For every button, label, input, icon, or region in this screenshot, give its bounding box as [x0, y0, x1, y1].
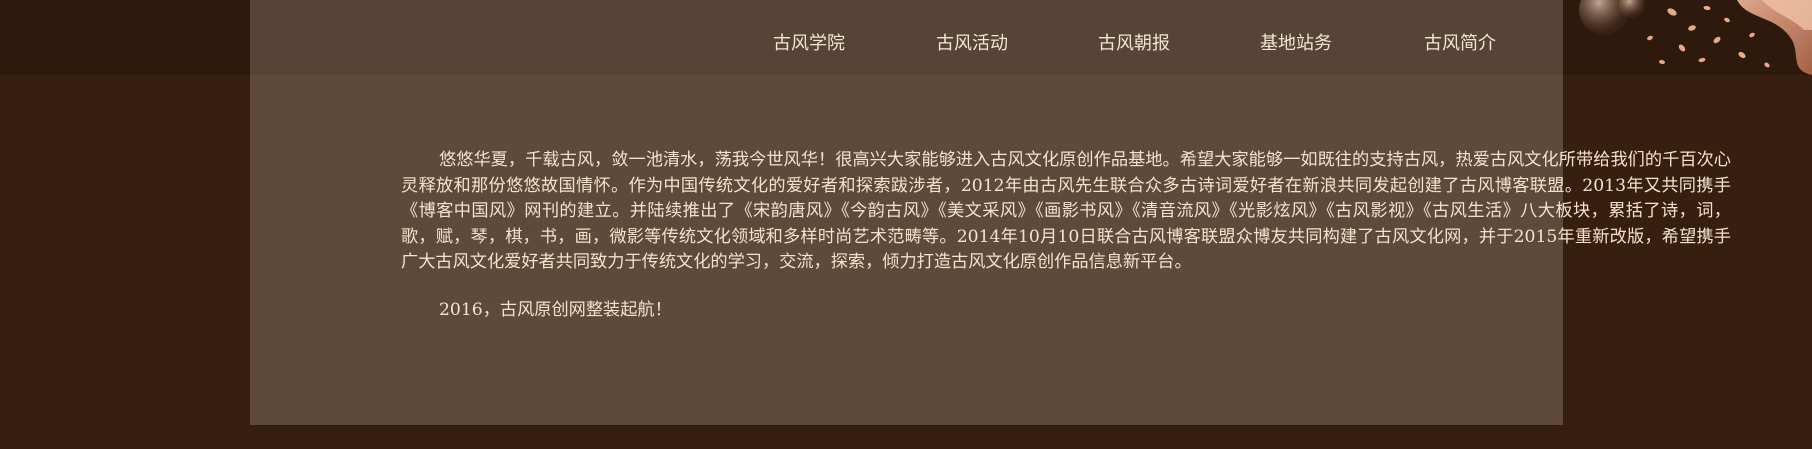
- nav-item-academy[interactable]: 古风学院: [773, 30, 845, 58]
- petal: [1688, 25, 1696, 31]
- petal: [1713, 36, 1721, 44]
- petal: [1698, 57, 1706, 63]
- petal: [1659, 59, 1665, 65]
- content-panel: 古风学院 古风活动 古风朝报 基地站务 古风简介 悠悠华夏，千载古风，敛一池清水…: [250, 0, 1731, 425]
- nav-item-about[interactable]: 古风简介: [1424, 30, 1496, 58]
- page: 古风学院 古风活动 古风朝报 基地站务 古风简介 悠悠华夏，千载古风，敛一池清水…: [0, 0, 1812, 449]
- launch-paragraph: 2016，古风原创网整装起航！: [439, 299, 672, 320]
- petal: [1703, 5, 1711, 11]
- petal-decoration: [1522, 0, 1812, 75]
- intro-paragraph: 悠悠华夏，千载古风，敛一池清水，荡我今世风华！很高兴大家能够进入古风文化原创作品…: [401, 150, 1731, 272]
- nav-item-site-affairs[interactable]: 基地站务: [1260, 30, 1332, 58]
- petal-illustration: [1579, 0, 1812, 75]
- nav-item-news[interactable]: 古风朝报: [1098, 30, 1170, 58]
- petal: [1724, 17, 1730, 23]
- petal: [1738, 51, 1746, 59]
- intro-text: 悠悠华夏，千载古风，敛一池清水，荡我今世风华！很高兴大家能够进入古风文化原创作品…: [401, 148, 1731, 323]
- petal: [1749, 32, 1755, 38]
- petal: [1647, 35, 1653, 41]
- nav-bar: 古风学院 古风活动 古风朝报 基地站务 古风简介: [250, 0, 1563, 75]
- nav-item-events[interactable]: 古风活动: [936, 30, 1008, 58]
- petals: [1647, 5, 1770, 68]
- petal: [1764, 62, 1770, 68]
- main-nav: 古风学院 古风活动 古风朝报 基地站务 古风简介: [250, 30, 1563, 60]
- petal: [1667, 8, 1677, 16]
- petal: [1678, 44, 1686, 52]
